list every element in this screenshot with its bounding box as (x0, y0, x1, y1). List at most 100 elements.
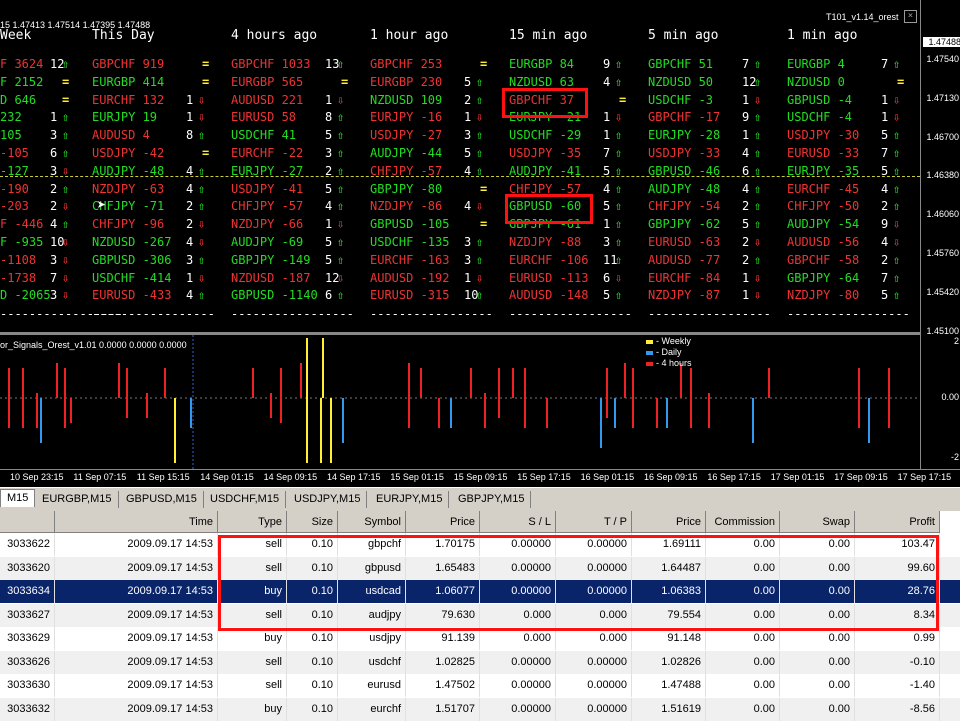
signal-bar (600, 398, 602, 448)
tab-usdchf-m15[interactable]: USDCHF,M15 (204, 491, 287, 508)
table-row[interactable]: 3033632 2009.09.17 14:53 buy 0.10 eurchf 1.51… (0, 697, 960, 721)
trend-arrow-icon: ⇧ (893, 270, 901, 285)
table-cell: sell (218, 650, 287, 674)
indicator-scale-label: -2 (950, 452, 959, 462)
table-row[interactable]: 3033630 2009.09.17 14:53 sell 0.10 eurusd 1.4… (0, 674, 960, 697)
signal-pair: NZDJPY -87 (648, 288, 721, 303)
trend-arrow-icon: ⇧ (615, 288, 623, 303)
trend-arrow-icon: ⇧ (615, 57, 623, 71)
signal-pair: EURGBP 414 (92, 74, 165, 89)
column-header-size[interactable]: Size (287, 511, 338, 533)
tab-usdjpy-m15[interactable]: USDJPY,M15 (288, 491, 368, 508)
signal-bar (524, 368, 526, 428)
table-cell: 1.47502 (406, 674, 480, 697)
signal-count: 4 (186, 181, 194, 196)
trend-arrow-icon: ⇧ (337, 252, 345, 267)
table-cell: 3033630 (0, 674, 55, 697)
signal-pair: -127 (0, 163, 29, 178)
signal-count: 5 (325, 181, 333, 196)
signal-count: 2 (186, 217, 194, 232)
table-cell: 0.00 (706, 674, 780, 697)
signal-pair: EURCHF -45 (787, 181, 860, 196)
trend-arrow-icon: ⇩ (615, 270, 623, 285)
trend-arrow-icon: ⇧ (62, 57, 70, 71)
signal-bar (614, 398, 616, 428)
signal-count: 5 (325, 128, 333, 143)
signal-count: 3 (50, 128, 58, 143)
trend-arrow-icon: ⇩ (62, 252, 70, 267)
trend-arrow-icon: ⇧ (476, 92, 484, 107)
signal-bar (690, 368, 692, 428)
price-tick-label: 1.45100 (926, 325, 959, 336)
trend-arrow-icon: ⇧ (893, 57, 901, 71)
signal-pair: AUDJPY -41 (509, 163, 582, 178)
column-header-s---l[interactable]: S / L (480, 511, 556, 533)
signal-count: 4 (186, 288, 194, 303)
trend-arrow-icon: ⇧ (476, 146, 484, 160)
table-row[interactable]: 3033626 2009.09.17 14:53 sell 0.10 usdchf 1.0… (0, 650, 960, 674)
signal-pair: EURUSD 58 (231, 110, 297, 125)
tab-gbpjpy-m15[interactable]: GBPJPY,M15 (452, 491, 532, 508)
column-header-price[interactable]: Price (406, 511, 480, 533)
column-separator: ----------------- (648, 307, 771, 321)
trend-arrow-icon: ⇧ (62, 110, 70, 125)
time-tick-label: 16 Sep 09:15 (644, 472, 698, 482)
signal-bar (70, 398, 72, 423)
signal-count: 1 (603, 110, 611, 125)
price-tick-label: 1.46060 (926, 209, 959, 220)
signal-bar (606, 368, 608, 418)
column-header-price[interactable]: Price (632, 511, 706, 533)
trend-arrow-icon: ⇩ (62, 199, 70, 214)
signal-bar (330, 398, 332, 463)
highlight-gbpchf (502, 88, 588, 118)
signal-count: 9 (881, 217, 889, 232)
time-tick-label: 16 Sep 17:15 (707, 472, 761, 482)
signal-count: 4 (464, 199, 472, 214)
signal-pair: EURJPY 19 (92, 110, 158, 125)
trend-arrow-icon: = (341, 74, 349, 89)
signal-pair: EURCHF -106 (509, 252, 589, 267)
trend-arrow-icon: ⇧ (754, 163, 762, 178)
table-cell: 0.00 (780, 650, 855, 674)
signal-bar (164, 368, 166, 398)
tab-eurjpy-m15[interactable]: EURJPY,M15 (370, 491, 450, 508)
signal-bar (624, 363, 626, 398)
column-header-t---p[interactable]: T / P (556, 511, 632, 533)
indicator-window[interactable] (0, 335, 920, 469)
column-header-type[interactable]: Type (218, 511, 287, 533)
signal-count: 2 (50, 199, 58, 214)
tab-m15[interactable]: M15 (0, 489, 36, 507)
signal-bar (322, 338, 324, 398)
column-header-swap[interactable]: Swap (780, 511, 855, 533)
table-cell: 1.51707 (406, 697, 480, 721)
price-scale[interactable]: 1.47540 1.47130 1.46700 1.46380 1.46060 1.457… (920, 0, 960, 470)
tab-gbpusd-m15[interactable]: GBPUSD,M15 (120, 491, 204, 508)
column-header-commission[interactable]: Commission (706, 511, 780, 533)
time-tick-label: 17 Sep 01:15 (770, 472, 825, 482)
signal-pair: -203 (0, 199, 29, 214)
trend-arrow-icon: ⇧ (754, 146, 762, 160)
column-header-ticket[interactable] (0, 511, 55, 533)
column-separator: ----------------- (231, 307, 354, 321)
tab-eurgbp-m15[interactable]: EURGBP,M15 (36, 491, 119, 508)
chart-close-icon[interactable]: × (904, 10, 917, 23)
column-separator: ----------------- (787, 307, 910, 321)
trend-arrow-icon: ⇧ (754, 199, 762, 214)
trend-arrow-icon: ⇧ (337, 199, 345, 214)
column-header-symbol[interactable]: Symbol (338, 511, 406, 533)
signal-bar (342, 398, 344, 443)
signal-pair: AUDJPY -44 (370, 146, 443, 160)
signal-count: 8 (325, 110, 333, 125)
signal-pair: EURCHF -22 (231, 146, 304, 160)
sort-icon[interactable]: ▽ (928, 516, 933, 526)
column-header-time[interactable]: Time (55, 511, 218, 533)
signal-bar (632, 368, 634, 428)
table-cell: 2009.09.17 14:53 (55, 674, 218, 697)
signal-pair: GBPJPY -64 (787, 270, 860, 285)
trend-arrow-icon: ⇧ (337, 163, 345, 178)
signal-bar (858, 368, 860, 428)
signal-pair: CHFJPY -57 (231, 199, 304, 214)
signal-pair: -105 (0, 146, 29, 160)
trend-arrow-icon: ⇧ (337, 110, 345, 125)
trend-arrow-icon: ⇧ (615, 252, 623, 267)
